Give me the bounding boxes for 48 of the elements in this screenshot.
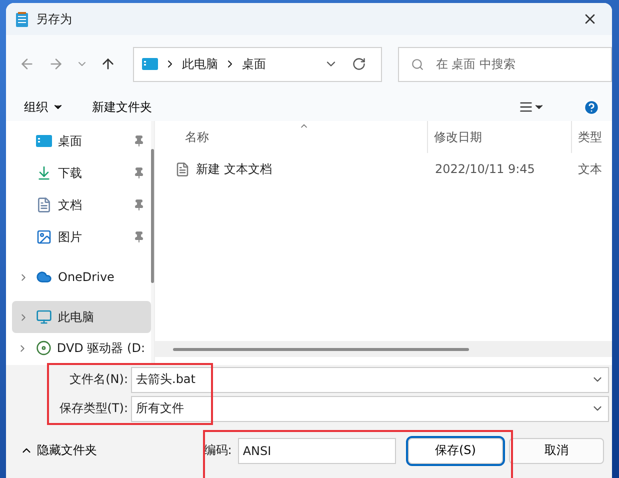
column-header[interactable]: 名称 — [155, 121, 428, 153]
breadcrumb[interactable]: 此电脑 — [182, 56, 218, 72]
new-folder-button[interactable]: 新建文件夹 — [92, 98, 152, 116]
image-icon — [36, 229, 52, 245]
document-icon — [36, 197, 52, 213]
help-icon — [582, 98, 600, 116]
file-type-label: 保存类型(T): — [58, 400, 128, 417]
breadcrumb[interactable]: 桌面 — [242, 56, 266, 72]
list-view-icon — [519, 100, 533, 114]
column-header[interactable]: 类型 — [572, 121, 612, 153]
modified-date: 2022/10/11 9:45 — [434, 162, 536, 176]
address-bar[interactable]: 此电脑 桌面 — [132, 46, 382, 82]
file-type-dropdown[interactable]: 所有文件 — [131, 396, 609, 422]
refresh-icon — [352, 57, 366, 71]
organize-button[interactable]: 组织 — [24, 98, 64, 116]
file-name-label: 文件名(N): — [68, 371, 128, 388]
notepad-icon — [16, 12, 28, 26]
search-field[interactable]: 在 桌面 中搜索 — [398, 46, 612, 82]
pin-icon — [133, 231, 145, 243]
desktop-icon — [142, 58, 158, 70]
file-name[interactable]: 新建 文本文档 — [155, 160, 428, 178]
text-file-icon — [175, 162, 190, 176]
file-name-field[interactable]: 去箭头.bat — [131, 366, 609, 392]
sidebar-item[interactable]: 图片 — [12, 221, 151, 253]
sidebar-item[interactable]: 下载 — [12, 157, 151, 189]
search-icon — [410, 58, 424, 70]
cancel-button[interactable]: 取消 — [509, 438, 604, 464]
pin-icon — [133, 199, 145, 211]
download-icon — [36, 165, 52, 181]
sidebar-item[interactable]: 此电脑 — [12, 301, 151, 333]
window-title: 另存为 — [36, 10, 73, 28]
encoding-label: 编码: — [204, 442, 232, 459]
pin-icon — [133, 135, 145, 147]
cloud-icon — [36, 269, 52, 285]
sidebar-item[interactable]: 文档 — [12, 189, 151, 221]
disc-drive-icon — [36, 340, 51, 356]
file-type: 文本 — [577, 160, 603, 178]
forward-arrow-icon — [48, 56, 64, 72]
pin-icon — [133, 167, 145, 179]
column-header[interactable]: 修改日期 — [428, 121, 572, 153]
encoding-dropdown[interactable]: ANSI — [238, 438, 396, 464]
monitor-icon — [36, 309, 52, 325]
save-button[interactable]: 保存(S) — [408, 438, 503, 464]
sidebar-item[interactable]: 桌面 — [12, 125, 151, 157]
sidebar-item[interactable]: DVD 驱动器 (D: — [12, 333, 151, 363]
sidebar-item[interactable]: OneDrive — [12, 261, 151, 293]
hide-folders-button[interactable]: 隐藏文件夹 — [20, 442, 198, 459]
desktop-icon — [36, 135, 52, 147]
